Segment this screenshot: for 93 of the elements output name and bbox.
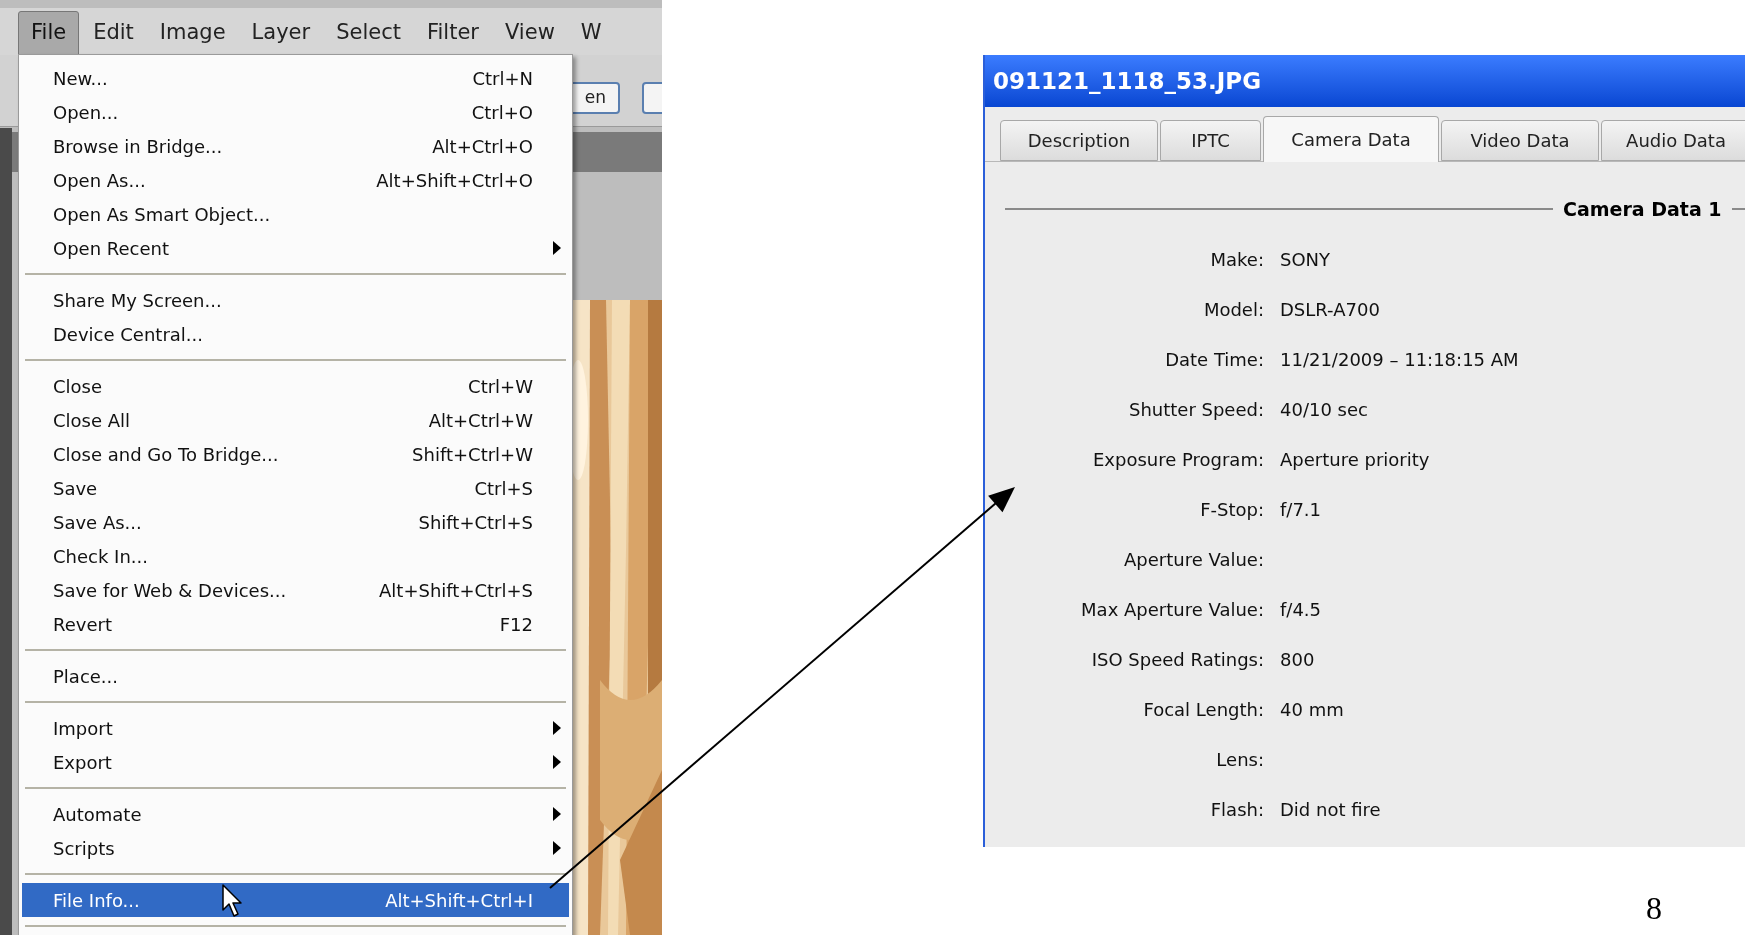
field-value: f/4.5 xyxy=(1279,597,1322,622)
shortcut-label: Ctrl+W xyxy=(468,374,533,399)
field-label: Focal Length: xyxy=(1142,697,1264,722)
menu-item[interactable]: Save Ctrl+S xyxy=(22,471,569,505)
menu-item[interactable]: W xyxy=(568,11,614,55)
field-value: SONY xyxy=(1279,247,1331,272)
menu-item[interactable]: Save As... Shift+Ctrl+S xyxy=(22,505,569,539)
menu-item-label: Save xyxy=(53,476,98,501)
menu-item-label: Save As... xyxy=(53,510,142,535)
field-value: f/7.1 xyxy=(1279,497,1322,522)
shortcut-label: Alt+Shift+Ctrl+O xyxy=(376,168,533,193)
menu-item[interactable]: Scripts xyxy=(22,831,569,865)
menu-item[interactable]: Close All Alt+Ctrl+W xyxy=(22,403,569,437)
menu-item-label: Import xyxy=(53,716,113,741)
menu-item-label: Browse in Bridge... xyxy=(53,134,223,159)
tab[interactable]: IPTC xyxy=(1160,120,1261,161)
shortcut-label: Ctrl+O xyxy=(471,100,533,125)
field-value: 800 xyxy=(1279,647,1315,672)
menu-item-label: Open... xyxy=(53,100,119,125)
menu-item-label: File Info... xyxy=(53,888,140,913)
menu-item[interactable]: Place... xyxy=(22,659,569,693)
shortcut-label: Shift+Ctrl+W xyxy=(412,442,533,467)
shortcut-label: Alt+Ctrl+O xyxy=(432,134,533,159)
menu-item[interactable]: Edit xyxy=(81,11,146,55)
shortcut-label: Ctrl+N xyxy=(472,66,533,91)
menu-item-label: New... xyxy=(53,66,108,91)
menu-item-label: Scripts xyxy=(53,836,115,861)
menu-item-label: Share My Screen... xyxy=(53,288,222,313)
menu-item-label: Open As... xyxy=(53,168,146,193)
menu-item-label: Place... xyxy=(53,664,119,689)
menu-item[interactable]: Save for Web & Devices... Alt+Shift+Ctrl+S xyxy=(22,573,569,607)
menu-item[interactable]: Select xyxy=(324,11,413,55)
menu-item-label: Revert xyxy=(53,612,112,637)
shortcut-label: Ctrl+S xyxy=(474,476,533,501)
window-title: 091121_1118_53.JPG xyxy=(985,55,1745,107)
menu-item[interactable]: Image xyxy=(147,11,238,55)
section-heading: Camera Data 1 xyxy=(1562,196,1723,222)
shortcut-label: F12 xyxy=(499,612,533,637)
shortcut-label: Alt+Ctrl+W xyxy=(428,408,533,433)
menu-item-label: Save for Web & Devices... xyxy=(53,578,287,603)
menu-item[interactable]: Filter xyxy=(414,11,491,55)
field-label: Date Time: xyxy=(1164,347,1264,372)
menu-item[interactable]: File xyxy=(18,11,80,55)
tab[interactable]: Camera Data xyxy=(1263,116,1439,162)
menu-item-label: Open Recent xyxy=(53,236,169,261)
shortcut-label: Alt+Shift+Ctrl+I xyxy=(385,888,533,913)
field-value: 40 mm xyxy=(1279,697,1344,722)
menu-item[interactable]: Close and Go To Bridge... Shift+Ctrl+W xyxy=(22,437,569,471)
field-value: 11/21/2009 – 11:18:15 AM xyxy=(1279,347,1519,372)
menu-item-label: Open As Smart Object... xyxy=(53,202,271,227)
menu-item-label: Device Central... xyxy=(53,322,203,347)
tab[interactable]: Audio Data xyxy=(1601,120,1745,161)
field-label: F-Stop: xyxy=(1199,497,1264,522)
field-value: Did not fire xyxy=(1279,797,1381,822)
menu-item-label: Export xyxy=(53,750,112,775)
menu-item[interactable]: Browse in Bridge... Alt+Ctrl+O xyxy=(22,129,569,163)
field-label: Lens: xyxy=(1215,747,1264,772)
cursor-icon xyxy=(222,884,244,918)
page-number: 8 xyxy=(1646,889,1662,928)
menu-item-label: Close and Go To Bridge... xyxy=(53,442,279,467)
menu-item[interactable]: Open As Smart Object... xyxy=(22,197,569,231)
menu-item-label: Automate xyxy=(53,802,142,827)
menu-item-label: Close All xyxy=(53,408,131,433)
menu-item[interactable]: Close Ctrl+W xyxy=(22,369,569,403)
menu-item[interactable]: Import xyxy=(22,711,569,745)
field-label: Aperture Value: xyxy=(1123,547,1264,572)
field-label: Max Aperture Value: xyxy=(1080,597,1264,622)
menu-item[interactable]: Export xyxy=(22,745,569,779)
menu-item[interactable]: Open Recent xyxy=(22,231,569,265)
field-label: Flash: xyxy=(1209,797,1264,822)
field-value: Aperture priority xyxy=(1279,447,1430,472)
menu-item[interactable]: Share My Screen... xyxy=(22,283,569,317)
menu-item-label: Check In... xyxy=(53,544,148,569)
menu-item[interactable]: Open As... Alt+Shift+Ctrl+O xyxy=(22,163,569,197)
field-value: 40/10 sec xyxy=(1279,397,1368,422)
menu-item[interactable]: Device Central... xyxy=(22,317,569,351)
field-label: Make: xyxy=(1209,247,1264,272)
tab[interactable]: Video Data xyxy=(1441,120,1599,161)
field-value: DSLR-A700 xyxy=(1279,297,1380,322)
menu-item[interactable]: File Info... Alt+Shift+Ctrl+I xyxy=(22,883,569,917)
menu-item[interactable]: Revert F12 xyxy=(22,607,569,641)
field-label: ISO Speed Ratings: xyxy=(1090,647,1264,672)
menu-item[interactable]: View xyxy=(492,11,567,55)
shortcut-label: Shift+Ctrl+S xyxy=(418,510,533,535)
shortcut-label: Alt+Shift+Ctrl+S xyxy=(379,578,533,603)
menu-item-label: Close xyxy=(53,374,103,399)
field-label: Shutter Speed: xyxy=(1127,397,1264,422)
field-label: Model: xyxy=(1202,297,1264,322)
menu-item[interactable]: Check In... xyxy=(22,539,569,573)
menu-item[interactable]: Automate xyxy=(22,797,569,831)
field-label: Exposure Program: xyxy=(1091,447,1264,472)
tab[interactable]: Description xyxy=(1000,120,1158,161)
menu-item[interactable]: Layer xyxy=(239,11,323,55)
